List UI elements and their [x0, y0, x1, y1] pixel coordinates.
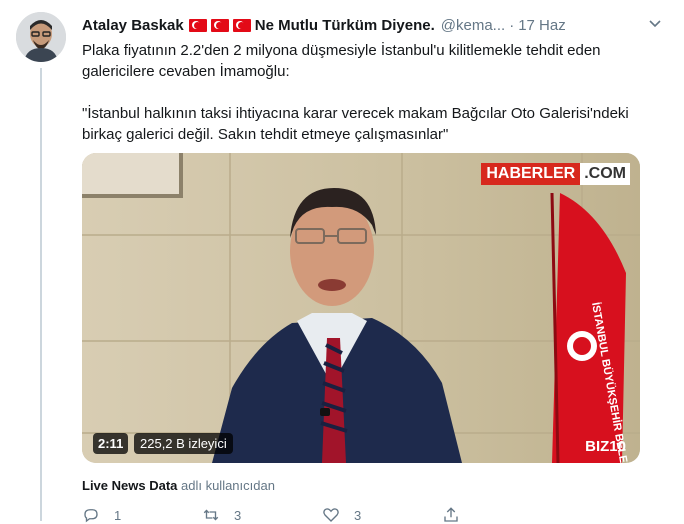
source-name[interactable]: Live News Data	[82, 478, 177, 493]
avatar-image	[16, 12, 66, 62]
source-suffix: adlı kullanıcıdan	[181, 478, 275, 493]
haberler-logo-right: .COM	[580, 163, 630, 185]
retweet-button[interactable]: 3	[202, 506, 322, 524]
turkish-flag-icon	[210, 18, 229, 32]
haberler-logo-left: HABERLER	[481, 163, 581, 185]
more-options-chevron-icon[interactable]	[646, 14, 664, 34]
tweet-header: Atalay Baskak Ne Mutlu Türküm Diyene. @k…	[82, 14, 664, 36]
tweet-body: Plaka fiyatının 2.2'den 2 milyona düşmes…	[82, 42, 601, 80]
turkish-flag-icon	[188, 18, 207, 32]
video-source: Live News Data adlı kullanıcıdan	[82, 478, 275, 493]
video-frame: İSTANBUL BÜYÜKŞEHİR BELEDİYESİ	[82, 153, 640, 463]
avatar[interactable]	[16, 12, 66, 62]
biz10-logo: BIZ10	[585, 438, 626, 455]
tweet-text: Plaka fiyatının 2.2'den 2 milyona düşmes…	[82, 40, 652, 145]
author-handle[interactable]: @kema...	[441, 17, 505, 34]
tweet-quote: "İstanbul halkının taksi ihtiyacına kara…	[82, 105, 629, 143]
heart-icon	[323, 508, 339, 522]
reply-icon	[84, 509, 98, 523]
flag-emojis	[185, 18, 251, 32]
like-count: 3	[354, 507, 362, 523]
turkish-flag-icon	[232, 18, 251, 32]
haberler-logo: HABERLER .COM	[481, 163, 630, 185]
tweet-time[interactable]: 17 Haz	[518, 17, 566, 34]
video-duration: 2:11	[93, 433, 129, 454]
separator-dot: ·	[509, 16, 515, 34]
share-icon	[444, 507, 458, 522]
like-button[interactable]: 3	[322, 506, 442, 524]
video-player[interactable]: İSTANBUL BÜYÜKŞEHİR BELEDİYESİ HABERLER …	[82, 153, 640, 463]
reply-button[interactable]: 1	[82, 506, 202, 524]
tweet-actions: 1 3 3	[82, 506, 562, 524]
author-name[interactable]: Atalay Baskak	[82, 17, 184, 34]
thread-line	[40, 68, 42, 521]
retweet-count: 3	[234, 507, 242, 523]
share-button[interactable]	[442, 506, 562, 524]
author-display-suffix[interactable]: Ne Mutlu Türküm Diyene.	[255, 17, 435, 34]
retweet-icon	[203, 509, 219, 521]
reply-count: 1	[114, 507, 122, 523]
video-views: 225,2 B izleyici	[134, 433, 233, 454]
